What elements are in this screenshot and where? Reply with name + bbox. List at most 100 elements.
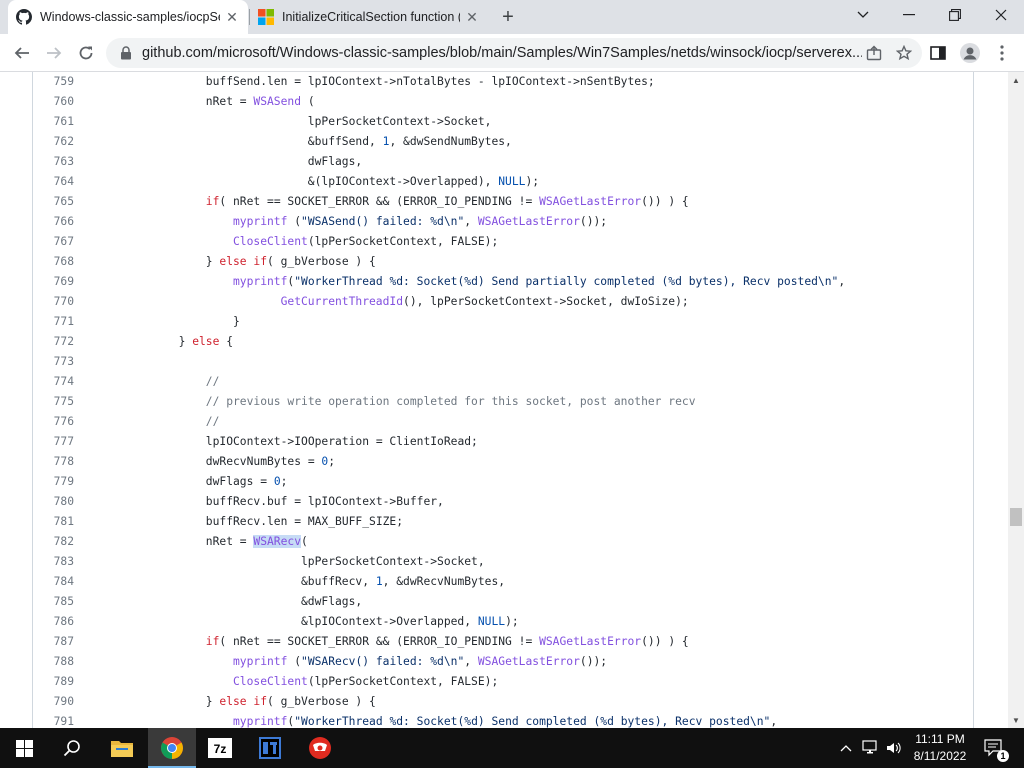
code-text: nRet = WSARecv(: [205, 535, 308, 548]
code-line: 765 if( nRet == SOCKET_ERROR && (ERROR_IO…: [33, 192, 973, 212]
volume-icon[interactable]: [884, 728, 904, 768]
line-number[interactable]: 772: [33, 332, 74, 352]
line-number[interactable]: 782: [33, 532, 74, 552]
code-text: &lpIOContext->Overlapped, NULL);: [301, 615, 519, 628]
close-tab-icon[interactable]: ✕: [224, 9, 240, 25]
code-text: } else if( g_bVerbose ) {: [205, 255, 376, 268]
vertical-scrollbar[interactable]: ▲ ▼: [1008, 72, 1024, 728]
lock-icon: [121, 46, 131, 60]
notification-center-icon[interactable]: 1: [980, 728, 1009, 768]
line-number[interactable]: 768: [33, 252, 74, 272]
line-number[interactable]: 785: [33, 592, 74, 612]
line-number[interactable]: 783: [33, 552, 74, 572]
line-number[interactable]: 764: [33, 172, 74, 192]
code-text: CloseClient(lpPerSocketContext, FALSE);: [233, 235, 499, 248]
code-text: nRet = WSASend (: [205, 95, 315, 108]
scroll-up-arrow-icon[interactable]: ▲: [1008, 72, 1024, 88]
new-tab-icon[interactable]: +: [498, 6, 518, 28]
tab-title: InitializeCriticalSection function (: [282, 10, 460, 24]
code-text: buffRecv.buf = lpIOContext->Buffer,: [205, 495, 444, 508]
code-text: buffRecv.len = MAX_BUFF_SIZE;: [205, 515, 404, 528]
restore-icon[interactable]: [932, 0, 978, 30]
code-line: 782 nRet = WSARecv(: [33, 532, 973, 552]
line-number[interactable]: 766: [33, 212, 74, 232]
network-icon[interactable]: [860, 728, 882, 768]
close-tab-icon[interactable]: ✕: [464, 9, 480, 25]
line-number[interactable]: 786: [33, 612, 74, 632]
code-line: 784 &buffRecv, 1, &dwRecvNumBytes,: [33, 572, 973, 592]
code-text: } else {: [178, 335, 234, 348]
show-hidden-icons-icon[interactable]: [836, 728, 856, 768]
line-number[interactable]: 784: [33, 572, 74, 592]
taskbar-7zip[interactable]: 7z: [196, 728, 244, 768]
bookmark-star-icon[interactable]: [892, 41, 916, 65]
code-text: dwFlags = 0;: [205, 475, 288, 488]
line-number[interactable]: 765: [33, 192, 74, 212]
line-number[interactable]: 779: [33, 472, 74, 492]
search-icon: [63, 740, 80, 757]
line-number[interactable]: 776: [33, 412, 74, 432]
line-number[interactable]: 790: [33, 692, 74, 712]
line-number[interactable]: 771: [33, 312, 74, 332]
start-button[interactable]: [0, 728, 48, 768]
reload-icon[interactable]: [74, 41, 98, 65]
menu-kebab-icon[interactable]: [990, 41, 1014, 65]
line-number[interactable]: 761: [33, 112, 74, 132]
minimize-icon[interactable]: [886, 0, 932, 30]
line-number[interactable]: 780: [33, 492, 74, 512]
line-number[interactable]: 760: [33, 92, 74, 112]
code-line: 791 myprintf("WorkerThread %d: Socket(%d)…: [33, 712, 973, 728]
line-number[interactable]: 762: [33, 132, 74, 152]
code-text: // previous write operation completed fo…: [205, 395, 696, 408]
taskbar-file-explorer[interactable]: [98, 728, 146, 768]
share-icon[interactable]: [862, 41, 886, 65]
code-line: 789 CloseClient(lpPerSocketContext, FALSE…: [33, 672, 973, 692]
explorer-icon: [111, 741, 133, 757]
line-number[interactable]: 763: [33, 152, 74, 172]
system-clock[interactable]: 11:11 PM 8/11/2022: [902, 731, 978, 765]
tab-microsoft-docs[interactable]: InitializeCriticalSection function ( ✕: [250, 0, 488, 34]
code-line: 778 dwRecvNumBytes = 0;: [33, 452, 973, 472]
forward-icon[interactable]: [42, 41, 66, 65]
scrollbar-thumb[interactable]: [1010, 508, 1022, 526]
clock-time: 11:11 PM: [915, 732, 965, 746]
chrome-icon: [161, 737, 183, 759]
code-text: dwFlags,: [307, 155, 363, 168]
line-number[interactable]: 781: [33, 512, 74, 532]
line-number[interactable]: 787: [33, 632, 74, 652]
address-bar[interactable]: github.com/microsoft/Windows-classic-sam…: [106, 38, 922, 68]
line-number[interactable]: 789: [33, 672, 74, 692]
code-line: 772 } else {: [33, 332, 973, 352]
code-line: 790} else if( g_bVerbose ) {: [33, 692, 973, 712]
line-number[interactable]: 767: [33, 232, 74, 252]
line-number[interactable]: 778: [33, 452, 74, 472]
taskbar-app[interactable]: [296, 728, 344, 768]
tab-search-icon[interactable]: [840, 0, 886, 30]
line-number[interactable]: 788: [33, 652, 74, 672]
code-text: dwRecvNumBytes = 0;: [205, 455, 336, 468]
search-button[interactable]: [48, 728, 96, 768]
profile-avatar-icon[interactable]: [958, 41, 982, 65]
taskbar-chrome[interactable]: [148, 728, 196, 768]
code-line: 767 CloseClient(lpPerSocketContext, FALSE…: [33, 232, 973, 252]
microsoft-icon: [258, 9, 274, 25]
tab-github[interactable]: Windows-classic-samples/iocpSe ✕: [8, 0, 248, 34]
close-window-icon[interactable]: [978, 0, 1024, 30]
code-line: 774 //: [33, 372, 973, 392]
line-number[interactable]: 770: [33, 292, 74, 312]
scroll-down-arrow-icon[interactable]: ▼: [1008, 712, 1024, 728]
back-icon[interactable]: [10, 41, 34, 65]
page-content: 759 buffSend.len = lpIOContext->nTotalByt…: [0, 72, 1008, 728]
line-number[interactable]: 777: [33, 432, 74, 452]
taskbar-dotpeek[interactable]: [246, 728, 294, 768]
code-text: myprintf ("WSASend() failed: %d\n", WSAG…: [233, 215, 608, 228]
line-number[interactable]: 759: [33, 72, 74, 92]
code-line: 785 &dwFlags,: [33, 592, 973, 612]
svg-text:7z: 7z: [214, 742, 227, 756]
side-panel-icon[interactable]: [926, 41, 950, 65]
line-number[interactable]: 773: [33, 352, 74, 372]
line-number[interactable]: 791: [33, 712, 74, 728]
line-number[interactable]: 775: [33, 392, 74, 412]
line-number[interactable]: 769: [33, 272, 74, 292]
line-number[interactable]: 774: [33, 372, 74, 392]
